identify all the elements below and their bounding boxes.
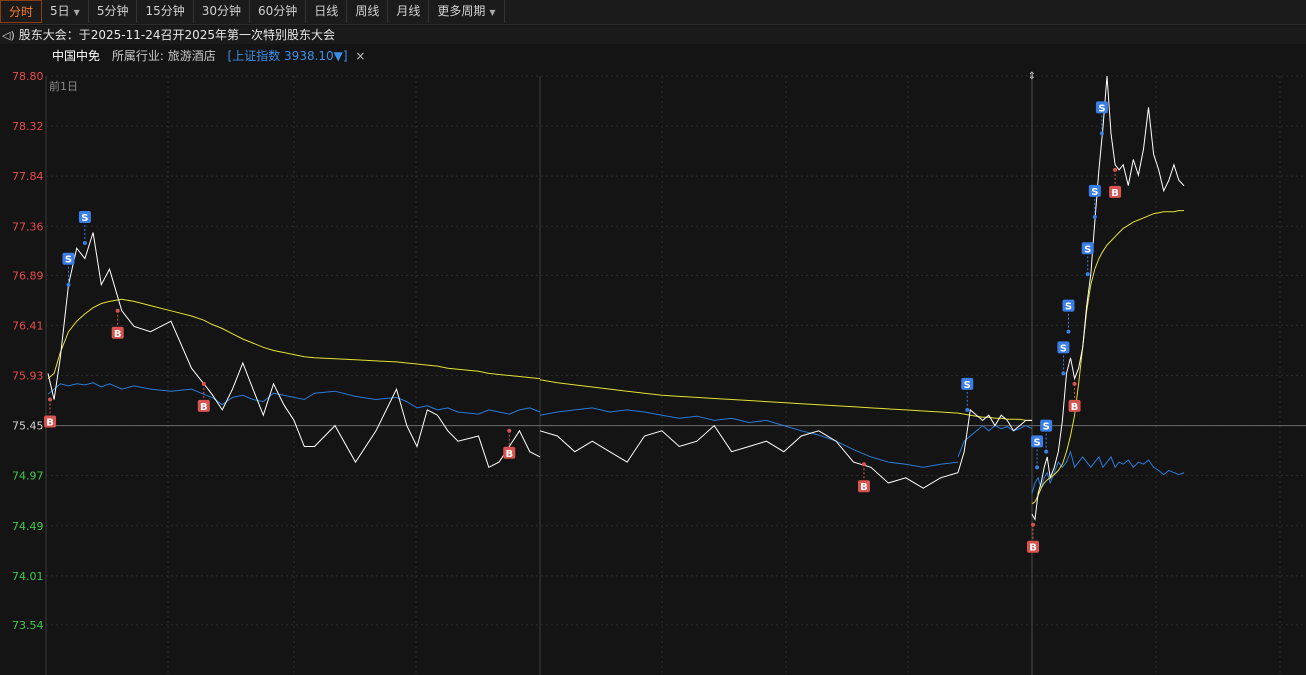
index-line: [1031, 450, 1185, 494]
signal-dot: [82, 240, 87, 245]
signal-label: B: [200, 402, 208, 413]
y-tick-label: 78.80: [12, 70, 44, 83]
y-tick-label: 76.89: [12, 269, 44, 282]
signal-dot: [861, 462, 866, 467]
signal-label: B: [114, 329, 122, 340]
y-tick-label: 78.32: [12, 120, 44, 133]
signal-dot: [1035, 465, 1040, 470]
intraday-chart[interactable]: 78.80 78.32 77.84 77.36 76.89 76.41 75.93 75.45…: [0, 0, 1306, 675]
signal-label: S: [1043, 422, 1050, 433]
signal-label: B: [505, 449, 513, 460]
signal-dot: [1061, 371, 1066, 376]
price-line: [539, 424, 959, 489]
signal-dot: [1099, 131, 1104, 136]
signal-label: S: [1098, 103, 1105, 114]
y-tick-label: 73.54: [12, 619, 44, 632]
signal-dot: [507, 428, 512, 433]
y-tick-label: 74.97: [12, 470, 44, 483]
signal-label: S: [81, 213, 88, 224]
signal-dot: [66, 282, 71, 287]
signal-dot: [1085, 272, 1090, 277]
y-tick-label: 75.45: [12, 420, 44, 433]
signal-label: S: [65, 255, 72, 266]
signal-label: B: [860, 482, 868, 493]
signal-label: B: [46, 418, 54, 429]
y-tick-label: 75.93: [12, 370, 44, 383]
y-tick-label: 77.84: [12, 170, 44, 183]
signal-label: S: [1060, 343, 1067, 354]
y-tick-label: 74.49: [12, 520, 44, 533]
price-line: [1031, 75, 1185, 522]
signal-dot: [1031, 522, 1036, 527]
signal-dot: [1072, 381, 1077, 386]
period-label: 前1日: [49, 79, 78, 93]
signal-dot: [115, 308, 120, 313]
signal-label: B: [1029, 543, 1037, 554]
signal-label: B: [1071, 402, 1079, 413]
signal-dot: [1066, 329, 1071, 334]
signal-dot: [1092, 214, 1097, 219]
index-line: [539, 407, 959, 468]
signal-label: S: [1033, 437, 1040, 448]
signal-label: B: [1111, 188, 1119, 199]
avg-price-line: [539, 379, 959, 414]
avg-price-line: [1031, 210, 1184, 505]
signal-dot: [1044, 449, 1049, 454]
y-tick-label: 76.41: [12, 319, 44, 332]
signal-dot: [201, 381, 206, 386]
signal-dot: [965, 407, 970, 412]
y-tick-label: 74.01: [12, 570, 44, 583]
y-tick-label: 77.36: [12, 220, 44, 233]
signal-label: S: [1065, 302, 1072, 313]
resize-handle-icon: ⇕: [1028, 71, 1036, 82]
signal-dot: [48, 397, 53, 402]
signal-label: S: [964, 380, 971, 391]
signal-label: S: [1084, 244, 1091, 255]
index-line: [957, 424, 1033, 458]
signal-dot: [1113, 167, 1118, 172]
signal-label: S: [1091, 187, 1098, 198]
